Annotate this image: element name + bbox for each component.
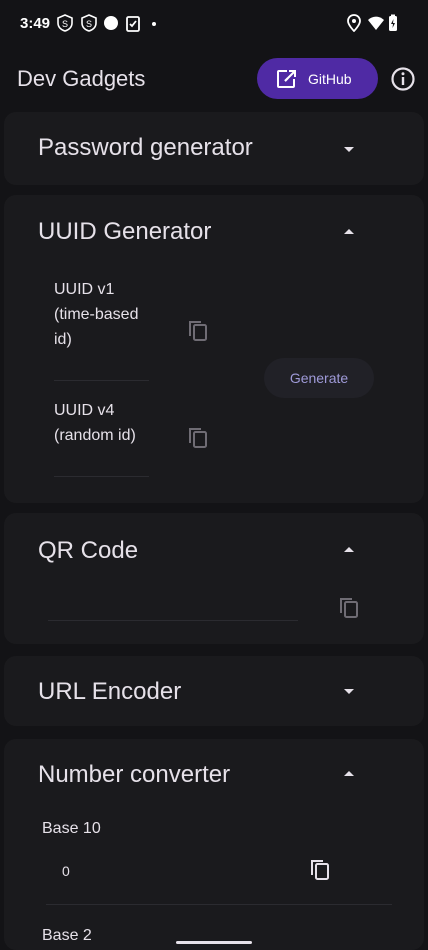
shield-s-icon: S	[81, 14, 97, 32]
base10-label: Base 10	[42, 820, 101, 837]
app-title: Dev Gadgets	[17, 66, 146, 91]
copy-icon[interactable]	[187, 319, 209, 343]
status-bar: 3:49 S S	[0, 0, 428, 48]
chevron-up-icon[interactable]	[339, 540, 359, 560]
card-title: QR Code	[38, 537, 139, 564]
base10-field-underline	[46, 904, 392, 905]
app-bar: Dev Gadgets GitHub	[0, 48, 428, 108]
uuid-v1-field[interactable]	[54, 380, 149, 381]
copy-icon[interactable]	[187, 426, 209, 450]
card-title: URL Encoder	[38, 678, 182, 705]
card-title: Number converter	[38, 761, 231, 788]
uuid-v4-field[interactable]	[54, 476, 149, 477]
clipboard-check-icon	[126, 16, 140, 32]
status-time: 3:49	[20, 15, 51, 32]
uuid-v4-label: UUID v4 (random id)	[54, 402, 136, 444]
qr-text-field[interactable]	[48, 620, 298, 621]
circle-icon	[104, 16, 118, 30]
chevron-down-icon[interactable]	[339, 139, 359, 159]
location-icon	[347, 14, 361, 32]
open-in-new-icon	[277, 68, 297, 88]
chevron-up-icon[interactable]	[339, 764, 359, 784]
github-button-label: GitHub	[308, 70, 352, 87]
generate-button[interactable]: Generate	[264, 358, 374, 398]
password-generator-card[interactable]: Password generator	[4, 112, 424, 185]
dot-icon	[152, 22, 156, 26]
wifi-icon	[368, 16, 384, 30]
qr-code-card: QR Code	[4, 513, 424, 644]
chevron-down-icon[interactable]	[339, 681, 359, 701]
uuid-v1-label: UUID v1 (time-based id)	[54, 281, 139, 348]
base2-label: Base 2	[42, 927, 92, 944]
svg-text:S: S	[86, 19, 92, 29]
svg-text:S: S	[62, 19, 68, 29]
url-encoder-card[interactable]: URL Encoder	[4, 656, 424, 726]
copy-icon[interactable]	[338, 596, 360, 620]
shield-s-icon: S	[57, 14, 73, 32]
base10-input[interactable]: 0	[62, 863, 70, 879]
chevron-up-icon[interactable]	[339, 222, 359, 242]
battery-icon	[389, 14, 397, 31]
number-converter-card: Number converter Base 10 0 Base 2	[4, 739, 424, 950]
copy-icon[interactable]	[309, 858, 331, 882]
info-icon[interactable]	[390, 66, 416, 92]
card-title: UUID Generator	[38, 218, 212, 245]
card-title: Password generator	[38, 134, 253, 161]
github-button[interactable]: GitHub	[257, 58, 378, 99]
home-indicator[interactable]	[176, 941, 252, 944]
uuid-generator-card: UUID Generator UUID v1 (time-based id) G…	[4, 195, 424, 503]
